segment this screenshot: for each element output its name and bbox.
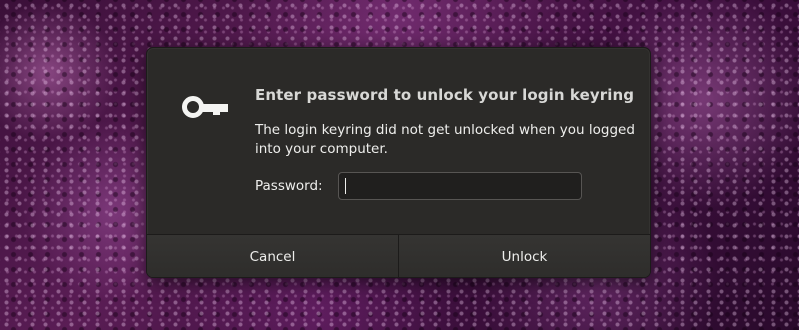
password-label: Password: (255, 178, 323, 194)
dialog-title: Enter password to unlock your login keyr… (255, 86, 635, 104)
dialog-message: The login keyring did not get unlocked w… (255, 122, 635, 157)
password-input[interactable] (338, 172, 582, 200)
unlock-button[interactable]: Unlock (398, 235, 650, 277)
text-cursor (345, 178, 346, 194)
key-icon (182, 96, 228, 118)
cancel-button[interactable]: Cancel (147, 235, 398, 277)
unlock-keyring-dialog: Enter password to unlock your login keyr… (146, 47, 651, 278)
dialog-button-bar: Cancel Unlock (147, 234, 650, 277)
